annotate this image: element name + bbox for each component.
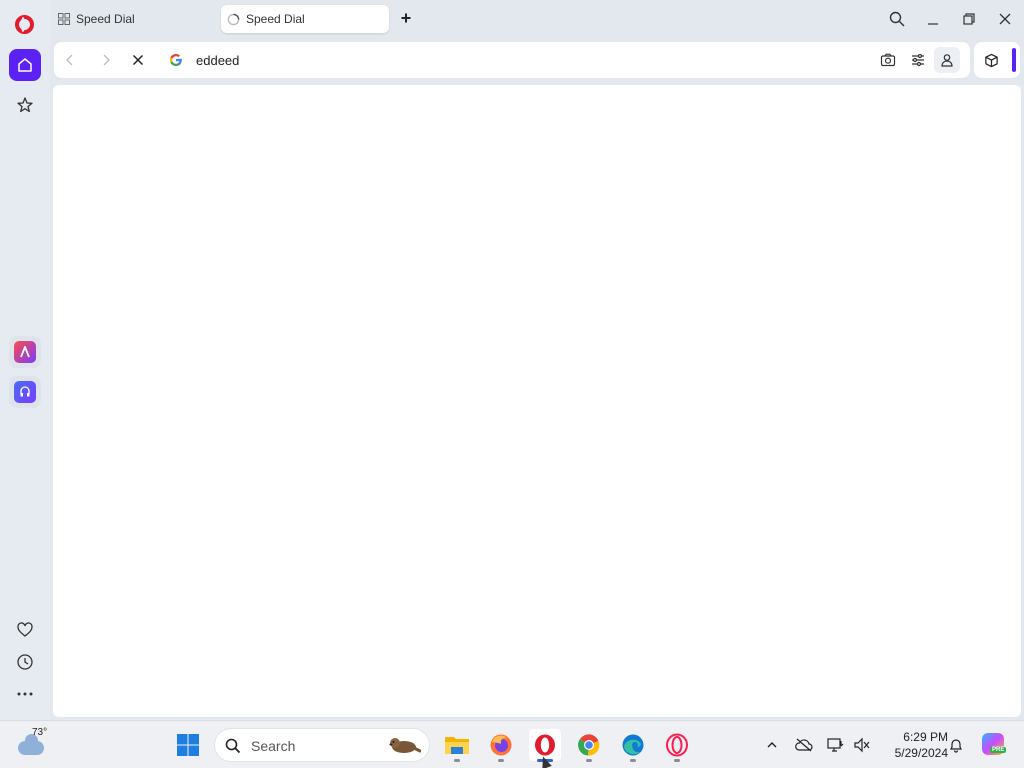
restore-button[interactable] (959, 9, 979, 29)
opera-logo[interactable] (15, 15, 34, 34)
sidebar-bookmarks-button[interactable] (9, 89, 41, 121)
firefox-icon (490, 734, 512, 756)
settings-sliders-icon (912, 53, 924, 67)
search-icon (889, 11, 905, 27)
volume-muted-icon (854, 737, 870, 753)
tab-speed-dial-active[interactable]: Speed Dial (221, 5, 389, 33)
show-hidden-icons-button[interactable] (762, 735, 782, 755)
running-indicator (630, 759, 636, 762)
tab-search-button[interactable] (887, 9, 907, 29)
plus-icon (401, 13, 411, 23)
back-button[interactable] (60, 50, 80, 70)
folder-icon (445, 737, 469, 754)
sidebar-music-button[interactable] (9, 376, 41, 408)
start-button[interactable] (172, 729, 204, 761)
running-indicator (498, 759, 504, 762)
edge-icon (622, 734, 644, 756)
extensions-button[interactable] (981, 50, 1001, 70)
tab-label: Speed Dial (76, 12, 135, 26)
new-tab-button[interactable] (397, 9, 415, 27)
sidebar-pinboards-button[interactable] (9, 614, 41, 646)
more-icon (17, 692, 33, 696)
music-app-icon (14, 381, 36, 403)
camera-icon (880, 53, 896, 67)
sidebar-more-button[interactable] (9, 678, 41, 710)
tab-speed-dial[interactable]: Speed Dial (56, 5, 206, 33)
close-icon (999, 13, 1011, 25)
forward-arrow-icon (103, 54, 110, 66)
cube-icon (984, 53, 998, 67)
heart-icon (17, 622, 33, 637)
search-icon (225, 738, 241, 754)
windows-logo-icon (177, 734, 199, 756)
close-button[interactable] (995, 9, 1015, 29)
clock-icon (17, 654, 33, 670)
taskbar-firefox[interactable] (485, 729, 517, 762)
windows-taskbar: 73° Search 6:29 PM 5/29/2024 PRE (0, 720, 1024, 768)
snapshot-button[interactable] (878, 50, 898, 70)
tab-label: Speed Dial (246, 12, 305, 26)
minimize-icon (928, 23, 938, 25)
notifications-button[interactable] (946, 735, 966, 755)
opera-gx-icon (666, 733, 688, 757)
taskbar-search[interactable]: Search (214, 728, 430, 762)
profile-button[interactable] (934, 47, 960, 73)
tab-strip: Speed Dial Speed Dial (50, 0, 1024, 38)
sidebar-aria-button[interactable] (9, 336, 41, 368)
forward-button[interactable] (96, 50, 116, 70)
running-indicator (586, 759, 592, 762)
aria-app-icon (14, 341, 36, 363)
cloud-offline-icon (795, 738, 813, 752)
onedrive-tray-button[interactable] (794, 735, 814, 755)
extensions-area (974, 42, 1020, 78)
weather-temperature: 73° (32, 727, 48, 738)
sidebar-home-button[interactable] (9, 49, 41, 81)
weather-widget[interactable]: 73° (16, 727, 56, 763)
restore-icon (963, 13, 975, 25)
taskbar-file-explorer[interactable] (441, 729, 473, 762)
taskbar-edge[interactable] (617, 729, 649, 762)
close-icon (132, 54, 144, 66)
google-g-icon (166, 50, 186, 70)
network-tray-button[interactable] (826, 735, 846, 755)
sidebar-accent-bar (1012, 48, 1016, 72)
sidebar-history-button[interactable] (9, 646, 41, 678)
search-label: Search (251, 738, 296, 754)
otter-illustration-icon (389, 738, 421, 753)
star-icon (17, 97, 33, 113)
running-indicator (674, 759, 680, 762)
preview-badge: PRE (990, 747, 1007, 753)
quick-settings-button[interactable] (852, 735, 872, 755)
chevron-up-icon (767, 742, 777, 748)
clock-date: 5/29/2024 (894, 746, 948, 760)
page-content[interactable] (53, 85, 1021, 717)
running-indicator (454, 759, 460, 762)
speed-dial-icon (58, 13, 70, 25)
loading-spinner-icon (227, 13, 240, 25)
taskbar-clock[interactable]: 6:29 PM 5/29/2024 (878, 729, 948, 761)
minimize-button[interactable] (923, 9, 943, 29)
taskbar-opera-gx[interactable] (661, 729, 693, 762)
address-toolbar: eddeed (54, 42, 970, 78)
back-arrow-icon (66, 54, 73, 66)
person-icon (941, 54, 953, 67)
clock-time: 6:29 PM (903, 730, 948, 744)
monitor-network-icon (827, 738, 844, 752)
sidebar (0, 0, 50, 720)
address-input[interactable]: eddeed (196, 52, 696, 70)
opera-icon (535, 734, 555, 756)
bell-icon (950, 739, 962, 753)
cloud-icon (18, 734, 44, 755)
easy-setup-button[interactable] (908, 50, 928, 70)
chrome-icon (578, 734, 600, 756)
taskbar-chrome[interactable] (573, 729, 605, 762)
home-icon (18, 58, 32, 72)
stop-loading-button[interactable] (128, 50, 148, 70)
